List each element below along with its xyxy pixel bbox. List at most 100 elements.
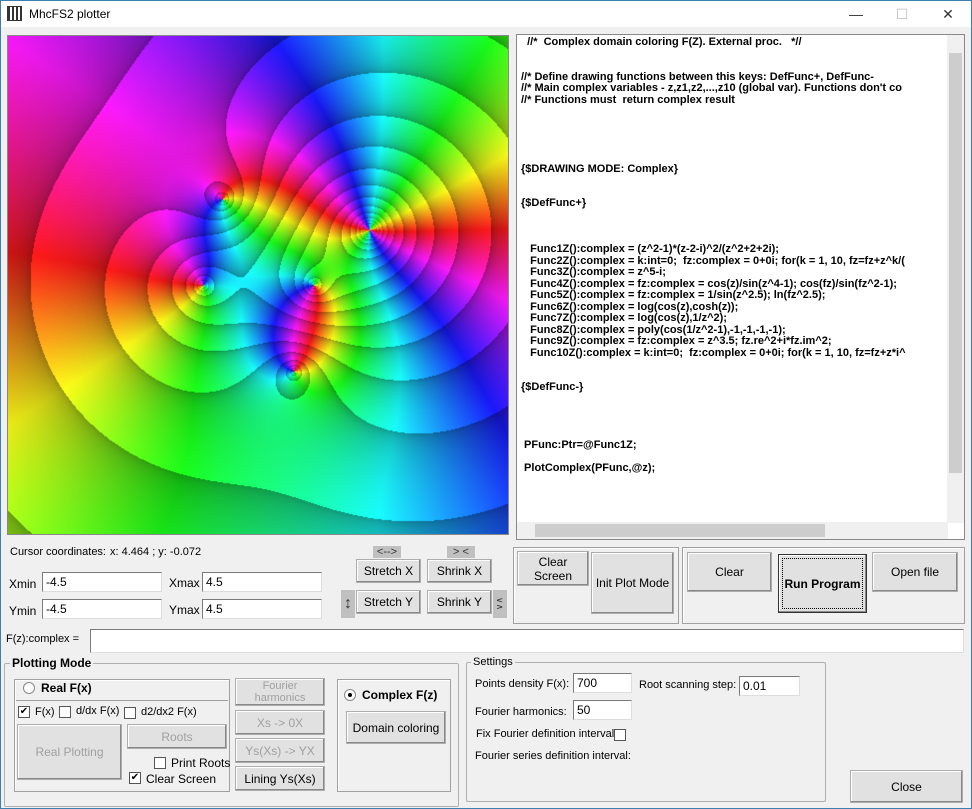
cursor-coordinates: x: 4.464 ; y: -0.072 xyxy=(110,546,202,558)
ymin-input[interactable] xyxy=(42,599,162,619)
lining-button[interactable]: Lining Ys(Xs) xyxy=(235,766,325,791)
plotting-mode-title: Plotting Mode xyxy=(10,656,94,670)
ymin-label: Ymin xyxy=(9,604,37,618)
cursor-label: Cursor coordinates: xyxy=(10,546,106,558)
code-line: Func9Z():complex = fz:complex = z^3.5; f… xyxy=(521,335,832,347)
code-line: Func10Z():complex = k:int=0; fz:complex … xyxy=(521,346,906,359)
xmax-input[interactable] xyxy=(202,572,322,592)
open-file-button[interactable]: Open file xyxy=(872,552,958,592)
code-line: {$DRAWING MODE: Complex} xyxy=(521,162,679,175)
code-line: Func3Z():complex = z^5-i; xyxy=(521,266,666,278)
xmin-label: Xmin xyxy=(9,577,37,591)
window-title: MhcFS2 plotter xyxy=(29,7,111,21)
code-line: Func7Z():complex = log(cos(z),1/z^2); xyxy=(521,312,727,324)
clear-screen-label: Clear Screen xyxy=(146,772,217,786)
domain-coloring-button[interactable]: Domain coloring xyxy=(346,711,446,744)
app-icon xyxy=(7,6,22,21)
code-line: //* Functions must return complex result xyxy=(521,93,735,106)
d2fx-checkbox[interactable] xyxy=(124,707,136,719)
title-bar: MhcFS2 plotter — ☐ ✕ xyxy=(1,1,971,27)
d2fx-label: d2/dx2 F(x) xyxy=(141,706,197,718)
function-input[interactable] xyxy=(90,629,964,653)
stretch-y-arrows-icon: ↕ xyxy=(341,590,355,618)
close-button[interactable]: Close xyxy=(850,770,963,803)
fourier-harmonics-button[interactable]: Fourier harmonics xyxy=(235,678,325,706)
scroll-thumb[interactable] xyxy=(535,524,825,537)
root-step-input[interactable] xyxy=(739,676,800,696)
code-line: Func1Z():complex = (z^2-1)*(z-2-i)^2/(z^… xyxy=(521,243,779,255)
maximize-button[interactable]: ☐ xyxy=(879,1,925,27)
code-line: {$DefFunc+} xyxy=(521,197,587,209)
code-line: //* Main complex variables - z,z1,z2,...… xyxy=(521,82,902,94)
real-mode-radio[interactable] xyxy=(23,682,35,694)
close-window-button[interactable]: ✕ xyxy=(925,1,971,27)
clear-screen-button[interactable]: Clear Screen xyxy=(517,551,589,586)
root-step-label: Root scanning step: xyxy=(639,679,737,691)
fourier-harmonics-label: Fourier harmonics: xyxy=(475,706,567,718)
roots-button[interactable]: Roots xyxy=(127,724,227,749)
complex-mode-label: Complex F(z) xyxy=(362,688,438,702)
fourier-harmonics-input[interactable] xyxy=(573,700,632,720)
dfx-checkbox[interactable] xyxy=(59,706,71,718)
ymax-input[interactable] xyxy=(202,599,322,619)
function-label: F(z):complex = xyxy=(6,633,80,645)
domain-coloring-plot[interactable] xyxy=(7,35,509,535)
divider xyxy=(16,700,228,701)
stretch-x-arrows-icon: <--> xyxy=(373,546,401,558)
xs-to-0x-button[interactable]: Xs -> 0X xyxy=(235,710,325,735)
shrink-y-arrows-icon: ∨∧ xyxy=(493,590,507,618)
dfx-label: d/dx F(x) xyxy=(76,705,120,717)
print-roots-checkbox[interactable] xyxy=(154,757,166,769)
scroll-thumb[interactable] xyxy=(949,53,962,473)
fix-interval-checkbox[interactable] xyxy=(614,729,626,741)
fix-interval-label: Fix Fourier definition interval: xyxy=(476,728,618,740)
print-roots-label: Print Roots xyxy=(171,756,231,770)
settings-title: Settings xyxy=(471,656,515,668)
clear-button[interactable]: Clear xyxy=(687,552,772,592)
points-density-input[interactable] xyxy=(573,673,632,693)
shrink-x-button[interactable]: Shrink X xyxy=(427,559,492,583)
init-plot-mode-button[interactable]: Init Plot Mode xyxy=(591,552,674,614)
code-line: {$DefFunc-} xyxy=(521,381,584,393)
shrink-y-button[interactable]: Shrink Y xyxy=(427,590,492,614)
clear-screen-checkbox[interactable]: ✔ xyxy=(129,772,141,784)
code-line: Func5Z():complex = fz:complex = 1/sin(z^… xyxy=(521,289,826,301)
xmin-input[interactable] xyxy=(42,572,162,592)
fx-checkbox[interactable]: ✔ xyxy=(18,706,30,718)
code-line: PFunc:Ptr=@Func1Z; xyxy=(521,438,637,451)
points-density-label: Points density F(x): xyxy=(475,678,570,690)
xmax-label: Xmax xyxy=(169,576,200,590)
complex-mode-radio[interactable] xyxy=(344,689,356,701)
code-text[interactable]: //* Complex domain coloring F(Z). Extern… xyxy=(521,37,949,474)
minimize-button[interactable]: — xyxy=(833,1,879,27)
fx-label: F(x) xyxy=(35,706,55,718)
code-editor[interactable]: //* Complex domain coloring F(Z). Extern… xyxy=(516,34,965,540)
ys-to-yx-button[interactable]: Ys(Xs) -> YX xyxy=(235,738,325,763)
shrink-x-arrows-icon: > < xyxy=(447,546,475,558)
ymax-label: Ymax xyxy=(169,603,200,617)
code-line: PlotComplex(PFunc,@z); xyxy=(521,461,656,474)
horizontal-scrollbar[interactable] xyxy=(517,522,948,539)
run-program-button[interactable]: Run Program xyxy=(778,554,867,613)
stretch-x-button[interactable]: Stretch X xyxy=(356,559,421,583)
vertical-scrollbar[interactable] xyxy=(947,35,964,523)
stretch-y-button[interactable]: Stretch Y xyxy=(356,590,421,614)
real-plotting-button[interactable]: Real Plotting xyxy=(17,724,122,780)
